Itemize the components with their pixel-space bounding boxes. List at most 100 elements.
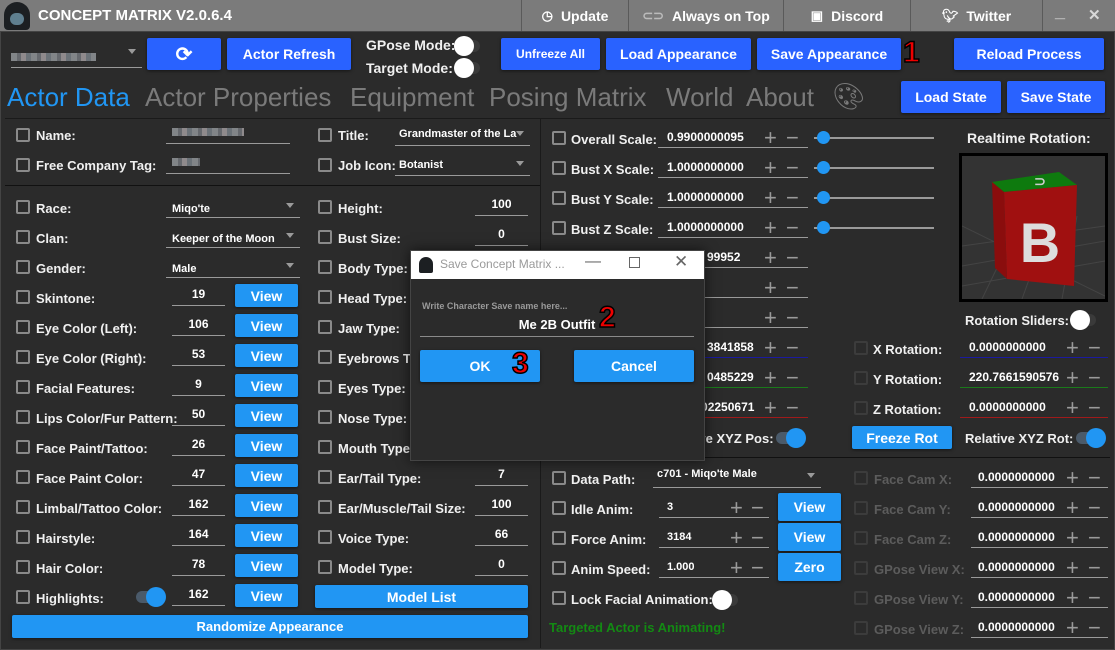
appearance-11-view-button[interactable]: View [235, 524, 298, 547]
dialog-cancel-button[interactable]: Cancel [574, 350, 694, 382]
appearance-right-10-checkbox[interactable] [318, 500, 332, 514]
appearance-right-9-checkbox[interactable] [318, 470, 332, 484]
tab-world[interactable]: World [666, 82, 733, 113]
scale-1-checkbox[interactable] [552, 161, 566, 175]
highlights-toggle[interactable] [136, 587, 166, 607]
camera-2-increment[interactable]: + [1066, 527, 1079, 549]
twitter-button[interactable]: 🐦︎ Twitter [910, 0, 1042, 31]
fc-tag-input[interactable] [166, 154, 290, 174]
scale-1-increment[interactable]: + [764, 157, 777, 179]
appearance-5-checkbox[interactable] [16, 350, 30, 364]
camera-3-checkbox[interactable] [854, 561, 868, 575]
rotation-1-decrement[interactable]: − [1088, 367, 1101, 389]
rotation-1-input[interactable]: 220.7661590576 [960, 368, 1108, 388]
rotation-0-checkbox[interactable] [854, 341, 868, 355]
data-path-dropdown[interactable]: c701 - Miqo'te Male [653, 468, 821, 488]
appearance-10-view-button[interactable]: View [235, 494, 298, 517]
appearance-7-input[interactable]: 50 [172, 406, 225, 426]
rotation-sliders-toggle[interactable] [1070, 310, 1096, 330]
scale-2-checkbox[interactable] [552, 191, 566, 205]
camera-0-increment[interactable]: + [1066, 467, 1079, 489]
camera-1-checkbox[interactable] [854, 501, 868, 515]
anim-speed-zero-button[interactable]: Zero [778, 553, 841, 581]
appearance-right-12-input[interactable]: 0 [475, 556, 528, 576]
scale-2-increment[interactable]: + [764, 187, 777, 209]
load-state-button[interactable]: Load State [901, 81, 1001, 113]
appearance-8-view-button[interactable]: View [235, 434, 298, 457]
appearance-6-input[interactable]: 9 [172, 376, 225, 396]
position-1-decrement[interactable]: − [786, 367, 799, 389]
appearance-1-dropdown[interactable]: Keeper of the Moon [166, 228, 300, 248]
force-anim-increment[interactable]: + [730, 527, 743, 549]
lock-facial-toggle[interactable] [712, 590, 738, 610]
appearance-1-checkbox[interactable] [16, 230, 30, 244]
appearance-4-checkbox[interactable] [16, 320, 30, 334]
appearance-3-input[interactable]: 19 [172, 286, 225, 306]
title-checkbox[interactable] [318, 128, 332, 142]
appearance-right-11-input[interactable]: 66 [475, 526, 528, 546]
camera-4-decrement[interactable]: − [1088, 587, 1101, 609]
camera-1-increment[interactable]: + [1066, 497, 1079, 519]
scale-3-slider[interactable] [814, 221, 934, 234]
appearance-3-checkbox[interactable] [16, 290, 30, 304]
tab-actor-data[interactable]: Actor Data [7, 82, 130, 113]
job-icon-dropdown[interactable]: Botanist [395, 156, 530, 176]
hidden-row-1-increment[interactable]: + [764, 277, 777, 299]
tab-equipment[interactable]: Equipment [350, 82, 474, 113]
appearance-6-checkbox[interactable] [16, 380, 30, 394]
appearance-10-input[interactable]: 162 [172, 496, 225, 516]
dialog-close-button[interactable]: ✕ [674, 252, 688, 272]
appearance-8-checkbox[interactable] [16, 440, 30, 454]
scale-3-checkbox[interactable] [552, 221, 566, 235]
gpose-mode-toggle[interactable] [454, 36, 480, 56]
appearance-right-4-checkbox[interactable] [318, 320, 332, 334]
appearance-13-view-button[interactable]: View [235, 584, 298, 607]
scale-0-decrement[interactable]: − [786, 127, 799, 149]
hidden-row-0-decrement[interactable]: − [786, 247, 799, 269]
position-1-increment[interactable]: + [764, 367, 777, 389]
appearance-11-input[interactable]: 164 [172, 526, 225, 546]
scale-2-decrement[interactable]: − [786, 187, 799, 209]
idle-anim-increment[interactable]: + [730, 497, 743, 519]
anim-speed-checkbox[interactable] [552, 561, 566, 575]
appearance-2-checkbox[interactable] [16, 260, 30, 274]
appearance-3-view-button[interactable]: View [235, 284, 298, 307]
force-anim-view-button[interactable]: View [778, 523, 841, 551]
camera-5-checkbox[interactable] [854, 621, 868, 635]
scale-2-slider[interactable] [814, 191, 934, 204]
anim-speed-increment[interactable]: + [730, 557, 743, 579]
always-on-top-button[interactable]: ⊂⊃ Always on Top [628, 0, 783, 31]
camera-0-checkbox[interactable] [854, 471, 868, 485]
camera-1-decrement[interactable]: − [1088, 497, 1101, 519]
appearance-5-view-button[interactable]: View [235, 344, 298, 367]
appearance-10-checkbox[interactable] [16, 500, 30, 514]
appearance-right-10-input[interactable]: 100 [475, 496, 528, 516]
appearance-8-input[interactable]: 26 [172, 436, 225, 456]
appearance-right-9-input[interactable]: 7 [475, 466, 528, 486]
position-2-increment[interactable]: + [764, 397, 777, 419]
position-0-increment[interactable]: + [764, 337, 777, 359]
save-state-button[interactable]: Save State [1007, 81, 1105, 113]
tab-posing-matrix[interactable]: Posing Matrix [489, 82, 647, 113]
appearance-right-2-checkbox[interactable] [318, 260, 332, 274]
camera-4-increment[interactable]: + [1066, 587, 1079, 609]
scale-0-slider[interactable] [814, 131, 934, 144]
save-name-input[interactable]: Me 2B Outfit [420, 313, 694, 337]
appearance-9-view-button[interactable]: View [235, 464, 298, 487]
appearance-9-checkbox[interactable] [16, 470, 30, 484]
camera-2-decrement[interactable]: − [1088, 527, 1101, 549]
appearance-7-view-button[interactable]: View [235, 404, 298, 427]
appearance-12-checkbox[interactable] [16, 560, 30, 574]
appearance-4-input[interactable]: 106 [172, 316, 225, 336]
scale-3-increment[interactable]: + [764, 217, 777, 239]
rotation-2-input[interactable]: 0.0000000000 [960, 398, 1108, 418]
appearance-right-12-checkbox[interactable] [318, 560, 332, 574]
unfreeze-all-button[interactable]: Unfreeze All [501, 38, 600, 70]
camera-3-decrement[interactable]: − [1088, 557, 1101, 579]
fc-tag-checkbox[interactable] [16, 158, 30, 172]
freeze-rot-button[interactable]: Freeze Rot [852, 426, 952, 449]
appearance-right-5-checkbox[interactable] [318, 350, 332, 364]
scale-1-decrement[interactable]: − [786, 157, 799, 179]
appearance-right-3-checkbox[interactable] [318, 290, 332, 304]
model-list-button[interactable]: Model List [315, 585, 528, 608]
